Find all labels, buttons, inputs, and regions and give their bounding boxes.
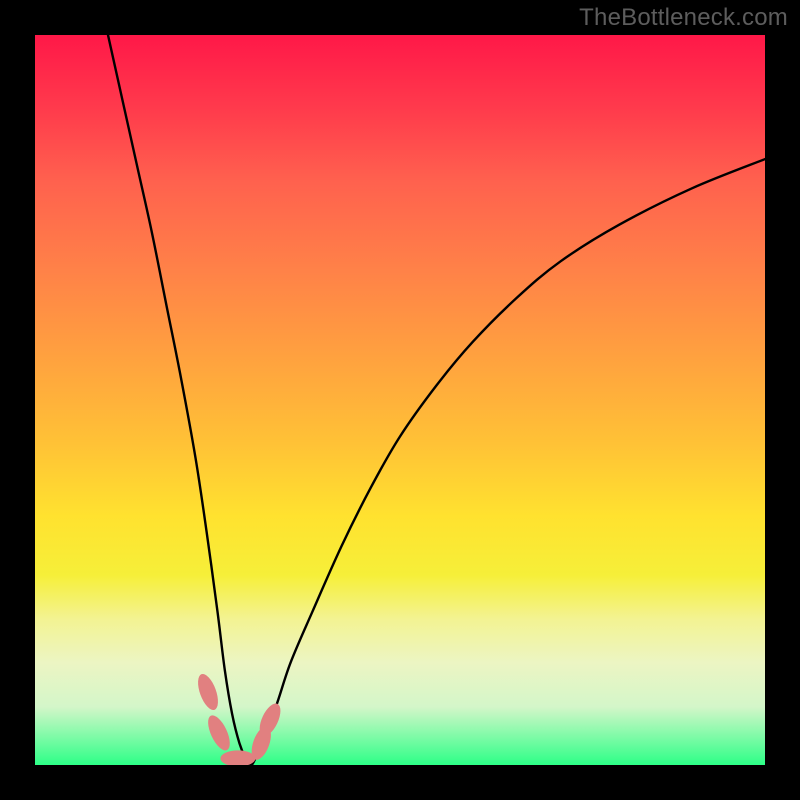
watermark-text: TheBottleneck.com	[579, 4, 788, 32]
curve-markers	[194, 671, 285, 765]
curve-marker	[204, 712, 235, 753]
bottleneck-curve	[108, 35, 765, 765]
curve-marker	[194, 671, 222, 712]
chart-frame: TheBottleneck.com	[0, 0, 800, 800]
curve-marker	[220, 750, 255, 765]
curve-svg	[35, 35, 765, 765]
plot-area	[35, 35, 765, 765]
